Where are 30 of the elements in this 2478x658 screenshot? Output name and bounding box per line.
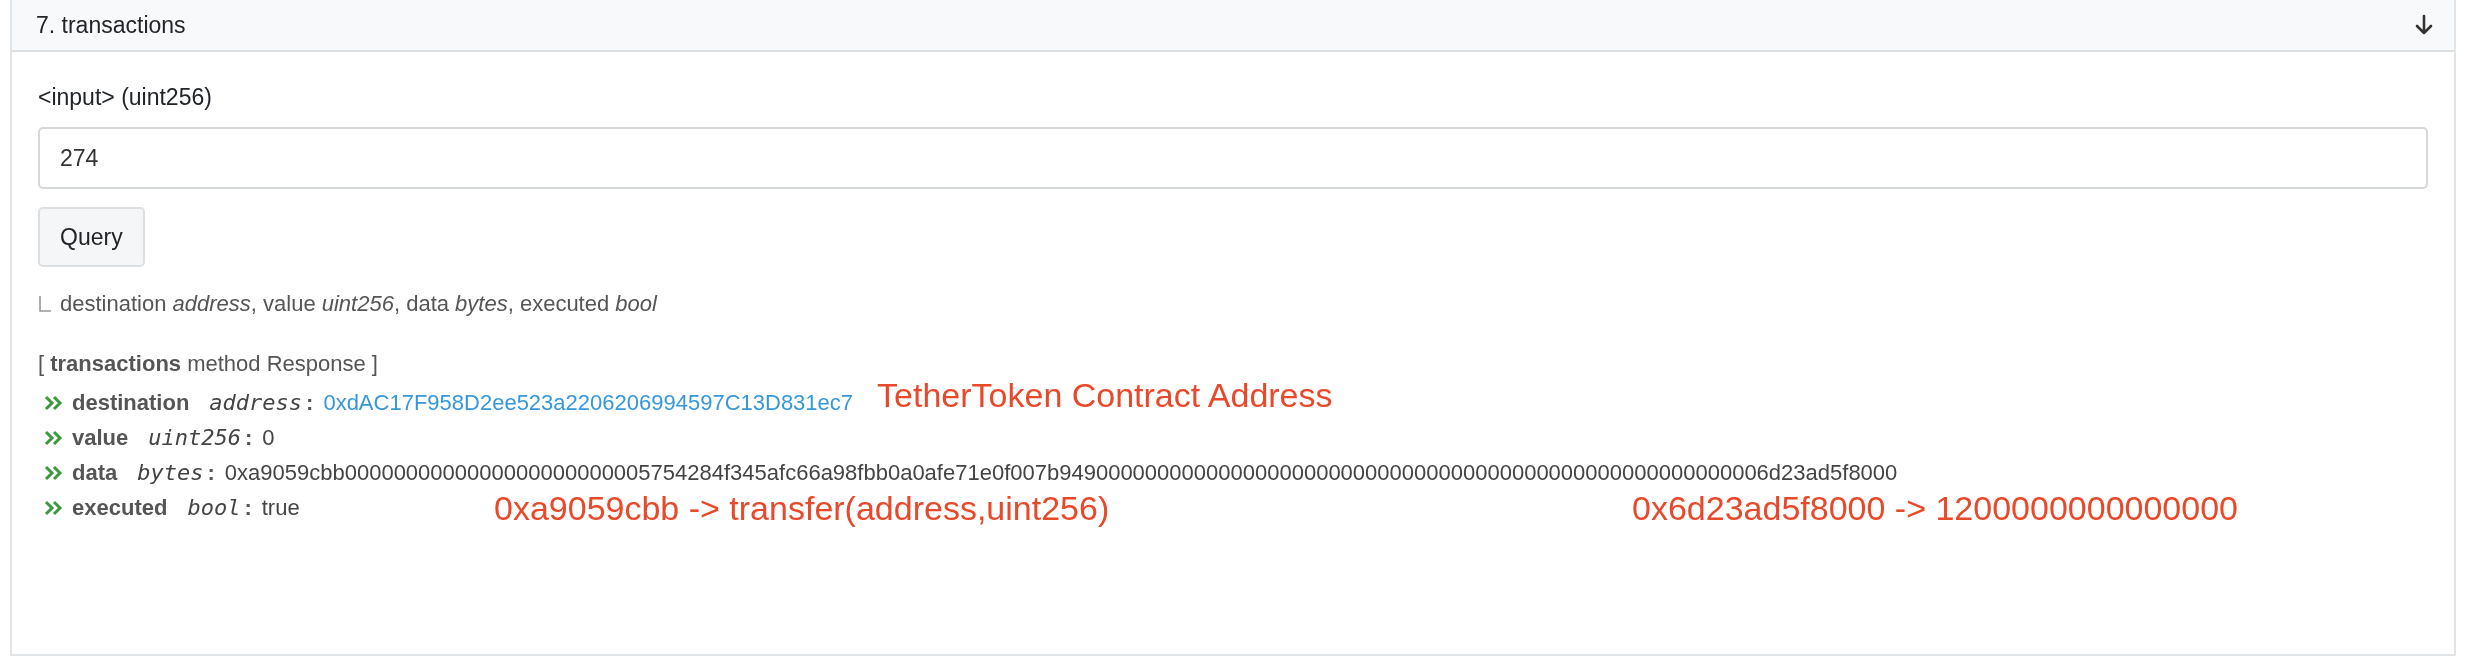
field-value: 0xa9059cbb0000000000000000000000005754284f345afc66a98fbb0a0afe71e0f007b9490000000000000000000000000000000000000000000000000000006d23ad5f8000: [224, 459, 1898, 486]
input-field[interactable]: 274: [38, 127, 2428, 189]
annotation-text: TetherToken Contract Address: [877, 376, 1333, 415]
response-heading: [ transactions method Response ]: [38, 351, 379, 377]
field-type: bytes: [137, 460, 204, 485]
colon-separator: :: [207, 459, 215, 486]
field-name: executed: [72, 494, 168, 521]
field-type: address: [209, 390, 303, 415]
annotation-text: 0xa9059cbb -> transfer(address,uint256): [494, 489, 1110, 528]
annotation-text: 0x6d23ad5f8000 -> 1200000000000000: [1632, 489, 2238, 528]
panel-title: 7. transactions: [36, 11, 186, 39]
input-label: <input> (uint256): [38, 84, 213, 111]
chevron-icon: [44, 393, 64, 412]
field-name: value: [72, 424, 129, 451]
query-button[interactable]: Query: [38, 207, 145, 267]
chevron-icon: [44, 428, 64, 447]
corner-icon: [38, 295, 52, 313]
colon-separator: :: [245, 424, 253, 451]
colon-separator: :: [306, 389, 314, 416]
field-type: uint256: [148, 425, 241, 450]
output-hint: destination address, value uint256, data bytes, executed bool: [60, 291, 657, 317]
panel-header[interactable]: 7. transactions: [12, 0, 2454, 52]
field-value: true: [261, 494, 300, 521]
field-value: 0: [262, 424, 275, 451]
chevron-icon: [44, 463, 64, 482]
chevron-icon: [44, 498, 64, 517]
field-type: bool: [187, 495, 241, 520]
field-name: data: [72, 459, 118, 486]
colon-separator: :: [244, 494, 252, 521]
field-name: destination: [72, 389, 190, 416]
